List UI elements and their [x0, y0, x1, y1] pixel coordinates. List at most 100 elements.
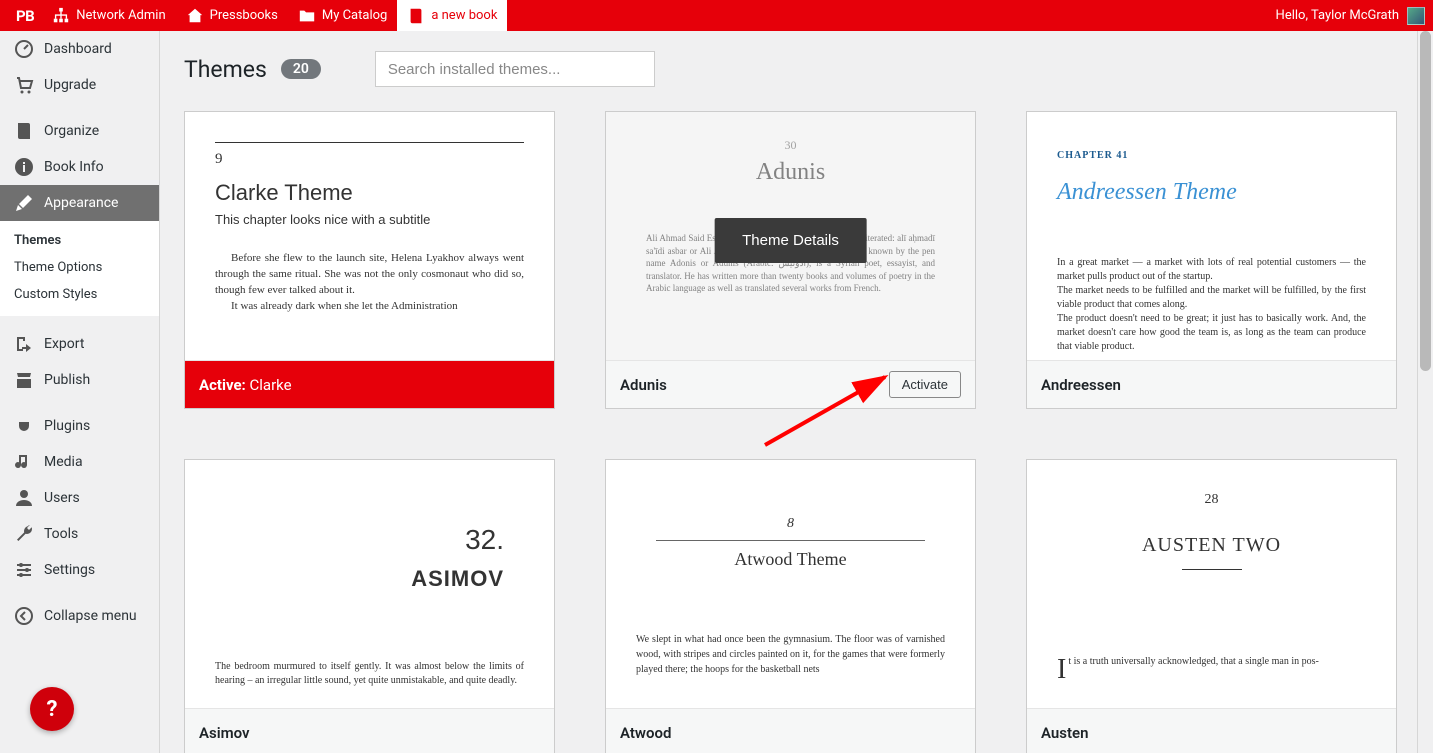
- theme-card-atwood[interactable]: 8 Atwood Theme We slept in what had once…: [605, 459, 976, 753]
- export-icon: [14, 334, 34, 354]
- theme-preview: 28 AUSTEN TWO It is a truth universally …: [1027, 460, 1396, 708]
- submenu-theme-options[interactable]: Theme Options: [0, 254, 159, 281]
- scrollbar[interactable]: [1417, 31, 1433, 753]
- preview-title: Clarke Theme: [215, 180, 524, 206]
- cart-icon: [14, 75, 34, 95]
- theme-preview: 32. ASIMOV The bedroom murmured to itsel…: [185, 460, 554, 708]
- preview-paragraph: The product doesn't need to be great; it…: [1057, 312, 1366, 354]
- menu-label: Media: [44, 454, 83, 470]
- menu-label: Dashboard: [44, 41, 112, 57]
- submenu-custom-styles[interactable]: Custom Styles: [0, 281, 159, 308]
- book-icon: [407, 7, 425, 25]
- menu-label: Tools: [44, 526, 78, 542]
- theme-count-badge: 20: [281, 59, 321, 79]
- folder-icon: [298, 7, 316, 25]
- menu-label: Publish: [44, 372, 90, 388]
- admin-sidebar: Dashboard Upgrade Organize Book Info App…: [0, 31, 160, 753]
- plug-icon: [14, 416, 34, 436]
- sliders-icon: [14, 560, 34, 580]
- theme-card-adunis[interactable]: 30 Adunis Ali Ahmad Said Esber (Arabic: …: [605, 111, 976, 409]
- shop-icon: [14, 370, 34, 390]
- menu-separator: [0, 316, 159, 326]
- menu-appearance[interactable]: Appearance: [0, 185, 159, 221]
- preview-title: Atwood Theme: [636, 549, 945, 570]
- themes-grid: 9 Clarke Theme This chapter looks nice w…: [184, 111, 1393, 753]
- menu-organize[interactable]: Organize: [0, 113, 159, 149]
- collapse-icon: [14, 606, 34, 626]
- wrench-icon: [14, 524, 34, 544]
- theme-details-button[interactable]: Theme Details: [714, 218, 867, 263]
- menu-plugins[interactable]: Plugins: [0, 408, 159, 444]
- sitemap-icon: [52, 7, 70, 25]
- theme-card-andreessen[interactable]: CHAPTER 41 Andreessen Theme In a great m…: [1026, 111, 1397, 409]
- submenu-themes[interactable]: Themes: [0, 227, 159, 254]
- theme-card-clarke[interactable]: 9 Clarke Theme This chapter looks nice w…: [184, 111, 555, 409]
- submenu-appearance: Themes Theme Options Custom Styles: [0, 221, 159, 316]
- avatar[interactable]: [1407, 7, 1425, 25]
- menu-media[interactable]: Media: [0, 444, 159, 480]
- theme-name: Atwood: [620, 724, 671, 742]
- book-solid-icon: [14, 121, 34, 141]
- menu-label: Export: [44, 336, 84, 352]
- theme-preview: 30 Adunis Ali Ahmad Said Esber (Arabic: …: [606, 112, 975, 360]
- topbar-current-book[interactable]: a new book: [397, 0, 507, 31]
- topbar-pressbooks[interactable]: Pressbooks: [176, 0, 288, 31]
- theme-footer: Active: Clarke: [185, 360, 554, 408]
- user-icon: [14, 488, 34, 508]
- menu-separator: [0, 103, 159, 113]
- menu-label: Collapse menu: [44, 608, 137, 624]
- topbar-network-admin[interactable]: Network Admin: [42, 0, 175, 31]
- topbar-my-catalog[interactable]: My Catalog: [288, 0, 397, 31]
- theme-preview: 9 Clarke Theme This chapter looks nice w…: [185, 112, 554, 360]
- menu-collapse[interactable]: Collapse menu: [0, 598, 159, 634]
- theme-card-asimov[interactable]: 32. ASIMOV The bedroom murmured to itsel…: [184, 459, 555, 753]
- menu-tools[interactable]: Tools: [0, 516, 159, 552]
- user-greeting[interactable]: Hello, Taylor McGrath: [1276, 8, 1399, 23]
- scrollbar-thumb[interactable]: [1420, 31, 1431, 371]
- preview-paragraph: Before she flew to the launch site, Hele…: [215, 251, 524, 299]
- menu-separator: [0, 398, 159, 408]
- gauge-icon: [14, 39, 34, 59]
- preview-chapter-number: 28: [1057, 492, 1366, 508]
- menu-upgrade[interactable]: Upgrade: [0, 67, 159, 103]
- menu-label: Users: [44, 490, 80, 506]
- pressbooks-logo[interactable]: PB: [8, 0, 42, 31]
- menu-separator: [0, 588, 159, 598]
- menu-publish[interactable]: Publish: [0, 362, 159, 398]
- theme-name: Andreessen: [1041, 376, 1121, 394]
- menu-label: Organize: [44, 123, 99, 139]
- menu-label: Settings: [44, 562, 95, 578]
- search-input[interactable]: [375, 51, 655, 87]
- preview-title: ASIMOV: [215, 566, 504, 592]
- page-header: Themes 20: [184, 51, 1393, 87]
- topbar-item-label: My Catalog: [322, 8, 387, 23]
- menu-label: Appearance: [44, 195, 118, 211]
- help-button[interactable]: ?: [30, 687, 74, 731]
- menu-book-info[interactable]: Book Info: [0, 149, 159, 185]
- preview-title: Andreessen Theme: [1057, 179, 1366, 206]
- admin-topbar: PB Network Admin Pressbooks My Catalog a…: [0, 0, 1433, 31]
- menu-export[interactable]: Export: [0, 326, 159, 362]
- page-title: Themes: [184, 56, 267, 83]
- menu-dashboard[interactable]: Dashboard: [0, 31, 159, 67]
- theme-name: Asimov: [199, 724, 250, 742]
- menu-label: Upgrade: [44, 77, 96, 93]
- theme-name: Active: Clarke: [199, 376, 292, 394]
- activate-button[interactable]: Activate: [889, 371, 961, 398]
- preview-paragraph: It was already dark when she let the Adm…: [215, 299, 524, 315]
- theme-card-austen[interactable]: 28 AUSTEN TWO It is a truth universally …: [1026, 459, 1397, 753]
- media-icon: [14, 452, 34, 472]
- menu-settings[interactable]: Settings: [0, 552, 159, 588]
- theme-preview: CHAPTER 41 Andreessen Theme In a great m…: [1027, 112, 1396, 360]
- menu-label: Book Info: [44, 159, 104, 175]
- theme-footer: Asimov: [185, 708, 554, 753]
- topbar-item-label: Pressbooks: [210, 8, 278, 23]
- preview-paragraph: It is a truth universally acknowledged, …: [1057, 656, 1366, 667]
- preview-chapter-number: 32.: [215, 524, 504, 556]
- theme-footer: Atwood: [606, 708, 975, 753]
- info-icon: [14, 157, 34, 177]
- theme-name: Adunis: [620, 376, 667, 394]
- menu-users[interactable]: Users: [0, 480, 159, 516]
- theme-preview: 8 Atwood Theme We slept in what had once…: [606, 460, 975, 708]
- preview-paragraph: We slept in what had once been the gymna…: [636, 632, 945, 677]
